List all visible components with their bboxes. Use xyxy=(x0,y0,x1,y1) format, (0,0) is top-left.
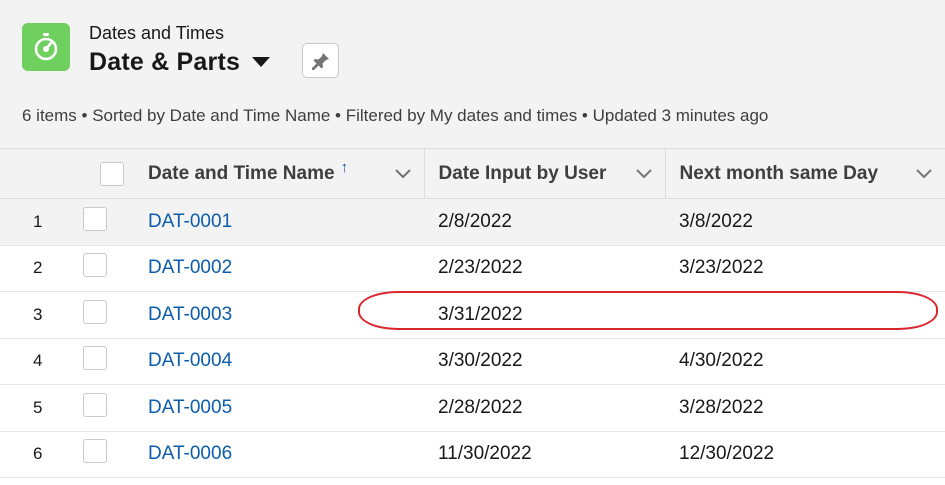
select-all-checkbox[interactable] xyxy=(100,161,124,186)
next-month-cell: 3/28/2022 xyxy=(665,384,945,432)
date-input-cell: 3/31/2022 xyxy=(424,291,665,339)
record-link[interactable]: DAT-0001 xyxy=(148,211,232,232)
date-input-cell: 2/28/2022 xyxy=(424,384,665,432)
next-month-cell: 12/30/2022 xyxy=(665,431,945,478)
table-row: 4 DAT-0004 3/30/2022 4/30/2022 xyxy=(0,338,945,385)
arrow-up-icon[interactable]: ↑ xyxy=(341,159,349,176)
row-number: 6 xyxy=(0,431,83,478)
column-header-label[interactable]: Date Input by User xyxy=(439,163,607,185)
record-link[interactable]: DAT-0006 xyxy=(148,443,232,464)
row-number: 1 xyxy=(0,198,83,246)
record-link[interactable]: DAT-0004 xyxy=(148,350,232,371)
row-number: 3 xyxy=(0,291,83,339)
row-checkbox[interactable] xyxy=(83,206,107,231)
next-month-cell: 3/23/2022 xyxy=(665,245,945,292)
column-header-next-month[interactable]: Next month same Day xyxy=(665,148,945,199)
select-all-cell xyxy=(83,148,134,199)
table-header-row: Date and Time Name ↑ Date Input by User … xyxy=(0,148,945,199)
list-view-info: 6 items • Sorted by Date and Time Name •… xyxy=(22,106,769,125)
chevron-down-icon[interactable] xyxy=(394,168,412,180)
pin-icon xyxy=(311,52,329,70)
record-link[interactable]: DAT-0005 xyxy=(148,397,232,418)
table-row: 2 DAT-0002 2/23/2022 3/23/2022 xyxy=(0,245,945,292)
records-table: Date and Time Name ↑ Date Input by User … xyxy=(0,148,945,478)
table-row: 3 DAT-0003 3/31/2022 xyxy=(0,291,945,339)
list-view-switcher[interactable]: Date & Parts xyxy=(89,46,271,78)
chevron-down-icon[interactable] xyxy=(635,168,653,180)
record-link[interactable]: DAT-0002 xyxy=(148,257,232,278)
column-header-name[interactable]: Date and Time Name ↑ xyxy=(134,148,425,199)
next-month-cell: 4/30/2022 xyxy=(665,338,945,385)
row-checkbox[interactable] xyxy=(83,392,107,417)
row-checkbox[interactable] xyxy=(83,439,107,464)
row-checkbox[interactable] xyxy=(83,253,107,278)
date-input-cell: 11/30/2022 xyxy=(424,431,665,478)
row-checkbox[interactable] xyxy=(83,346,107,371)
row-number: 5 xyxy=(0,384,83,432)
table-row: 5 DAT-0005 2/28/2022 3/28/2022 xyxy=(0,384,945,432)
object-label: Dates and Times xyxy=(89,23,225,43)
row-number-header xyxy=(0,148,83,199)
next-month-cell: 3/8/2022 xyxy=(665,198,945,246)
caret-down-icon[interactable] xyxy=(252,57,271,67)
date-input-cell: 2/23/2022 xyxy=(424,245,665,292)
row-checkbox[interactable] xyxy=(83,299,107,324)
column-header-label[interactable]: Date and Time Name xyxy=(148,163,335,185)
table-row: 1 DAT-0001 2/8/2022 3/8/2022 xyxy=(0,198,945,246)
pin-list-view-button[interactable] xyxy=(302,43,339,78)
row-number: 2 xyxy=(0,245,83,292)
date-input-cell: 2/8/2022 xyxy=(424,198,665,246)
stopwatch-icon xyxy=(22,23,70,71)
record-link[interactable]: DAT-0003 xyxy=(148,304,232,325)
table-row: 6 DAT-0006 11/30/2022 12/30/2022 xyxy=(0,431,945,478)
chevron-down-icon[interactable] xyxy=(915,168,933,180)
column-header-label[interactable]: Next month same Day xyxy=(680,163,879,185)
column-header-date-input[interactable]: Date Input by User xyxy=(424,148,666,199)
next-month-cell xyxy=(665,291,945,339)
date-input-cell: 3/30/2022 xyxy=(424,338,665,385)
view-title[interactable]: Date & Parts xyxy=(89,48,240,77)
row-number: 4 xyxy=(0,338,83,385)
